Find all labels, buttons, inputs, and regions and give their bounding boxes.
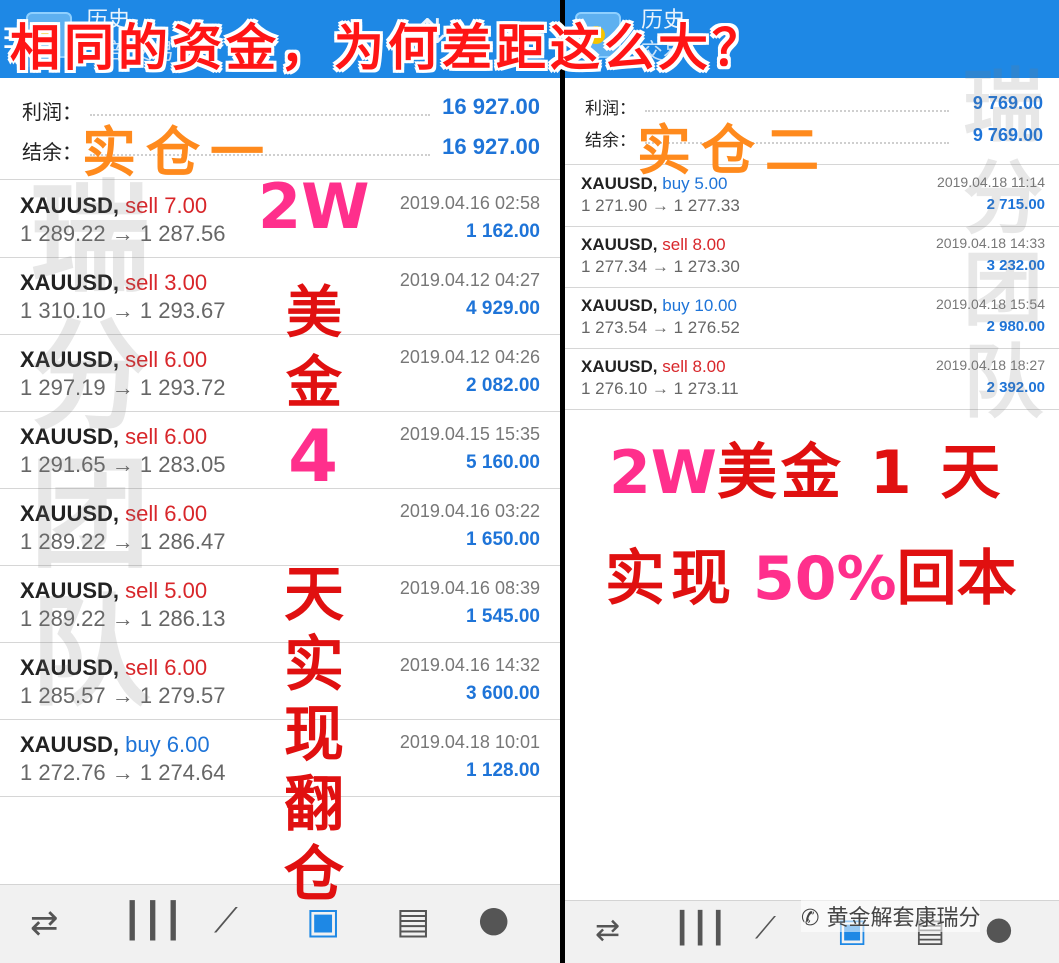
summary-line-2: 实现 50%回本 xyxy=(605,530,1017,617)
achieve-label: 实现 xyxy=(605,544,737,614)
trade-prices: 1 271.90 → 1 277.33 xyxy=(581,196,740,215)
trade-volume: 5.00 xyxy=(164,578,208,603)
trade-date: 2019.04.16 02:58 xyxy=(399,193,540,213)
trade-prices: 1 277.34 → 1 273.30 xyxy=(581,257,740,276)
balance-label: 结余： xyxy=(22,140,82,164)
trade-volume: 6.00 xyxy=(166,732,210,757)
trade-volume: 6.00 xyxy=(164,655,208,680)
trade-profit: 1 545.00 xyxy=(466,606,540,627)
watermark-char: 团 xyxy=(963,243,1043,337)
usd-day-label: 美金 1 天 xyxy=(716,438,1005,508)
quotes-icon[interactable]: ⇄ xyxy=(30,903,59,943)
balance-value: 16 927.00 xyxy=(442,134,540,159)
chart-icon[interactable]: ┃┃┃ xyxy=(122,901,183,941)
percent-label: 50% xyxy=(753,544,897,614)
trade-date: 2019.04.15 15:35 xyxy=(399,424,540,444)
trade-volume: 6.00 xyxy=(164,501,208,526)
trade-symbol: XAUUSD, buy 10.00 xyxy=(581,296,737,316)
quotes-icon[interactable]: ⇄ xyxy=(595,913,620,948)
watermark-char: 队 xyxy=(30,582,150,723)
trade-side: buy xyxy=(125,732,161,757)
amount-label: 2W xyxy=(609,438,717,508)
trade-volume: 8.00 xyxy=(692,235,726,254)
trade-date: 2019.04.12 04:26 xyxy=(399,347,540,367)
trade-row[interactable]: XAUUSD, buy 6.00 1 272.76 → 1 274.64 2019.… xyxy=(0,720,560,797)
account-label: 实仓二 xyxy=(637,119,829,182)
trade-side: sell xyxy=(662,357,688,376)
trade-profit: 2 082.00 xyxy=(466,375,540,396)
trade-symbol: XAUUSD, buy 6.00 xyxy=(20,732,210,758)
trade-symbol: XAUUSD, sell 8.00 xyxy=(581,235,726,255)
usd-char: 金 xyxy=(286,351,342,416)
watermark: 瑞 分 团 队 xyxy=(963,60,1043,428)
trade-volume: 6.00 xyxy=(164,347,208,372)
trade-volume: 7.00 xyxy=(164,193,208,218)
trade-symbol: XAUUSD, sell 8.00 xyxy=(581,357,726,377)
trade-volume: 10.00 xyxy=(694,296,737,315)
result-char: 仓 xyxy=(284,840,344,910)
trade-side: buy xyxy=(662,296,690,315)
trade-prices: 1 276.10 → 1 273.11 xyxy=(581,379,739,398)
trade-profit: 4 929.00 xyxy=(466,298,540,319)
summary-line-1: 2W美金 1 天 xyxy=(609,424,1004,511)
trade-prices: 1 272.76 → 1 274.64 xyxy=(20,760,226,785)
trade-volume: 6.00 xyxy=(164,424,208,449)
symbol-text: XAUUSD, xyxy=(581,235,658,254)
trade-profit: 1 162.00 xyxy=(466,221,540,242)
trade-icon[interactable]: ⟋ xyxy=(214,901,238,941)
chat-icon[interactable]: ● xyxy=(478,899,509,940)
trade-date: 2019.04.16 14:32 xyxy=(399,655,540,675)
trade-profit: 1 650.00 xyxy=(466,529,540,550)
trade-date: 2019.04.18 10:01 xyxy=(399,732,540,752)
amount-label: 2W xyxy=(258,170,370,243)
account-label: 实仓一 xyxy=(82,121,274,184)
right-phone-screen: 历史 交易 利润： 9 769.00 结余： 9 769.00 XAUUSD, … xyxy=(565,0,1059,963)
symbol-text: XAUUSD, xyxy=(20,732,120,757)
trade-profit: 5 160.00 xyxy=(466,452,540,473)
profit-value: 16 927.00 xyxy=(442,94,540,119)
trade-volume: 3.00 xyxy=(164,270,208,295)
symbol-text: XAUUSD, xyxy=(581,296,658,315)
trade-date: 2019.04.16 08:39 xyxy=(399,578,540,598)
watermark-char: 队 xyxy=(963,335,1043,429)
bottom-nav: ⇄ ┃┃┃ ⟋ ▣ ▤ ● xyxy=(0,884,560,963)
trade-profit: 1 128.00 xyxy=(466,760,540,781)
profit-label: 利润： xyxy=(22,100,82,124)
symbol-text: XAUUSD, xyxy=(581,357,658,376)
wechat-icon: ✆ xyxy=(801,906,827,931)
days-number: 4 xyxy=(288,414,339,498)
trade-date: 2019.04.12 04:27 xyxy=(399,270,540,290)
payback-label: 回本 xyxy=(896,544,1017,614)
news-icon[interactable]: ▤ xyxy=(396,901,430,942)
trade-side: sell xyxy=(662,235,688,254)
trade-date: 2019.04.16 03:22 xyxy=(399,501,540,521)
watermark: 瑞 分 团 队 xyxy=(30,170,150,722)
watermark-char: 分 xyxy=(963,151,1043,245)
balance-label: 结余： xyxy=(585,131,636,151)
headline: 相同的资金，为何差距这么大？ xyxy=(10,19,766,77)
chat-icon[interactable]: ● xyxy=(985,909,1013,947)
left-phone-screen: ☰ 历史 全部交易 ↻ ⇅ ▦ 利润： 16 927.00 结余： 16 927… xyxy=(0,0,560,963)
trade-profit: 3 600.00 xyxy=(466,683,540,704)
watermark-char: 分 xyxy=(30,306,150,447)
trade-prices: 1 273.54 → 1 276.52 xyxy=(581,318,740,337)
profit-label: 利润： xyxy=(585,99,636,119)
trade-volume: 8.00 xyxy=(692,357,726,376)
chart-icon[interactable]: ┃┃┃ xyxy=(673,911,727,946)
watermark-char: 团 xyxy=(30,444,150,585)
watermark-char: 瑞 xyxy=(30,168,150,309)
trade-icon[interactable]: ⟋ xyxy=(755,911,776,946)
wechat-account-name: 黄金解套康瑞分 xyxy=(826,906,981,931)
usd-char: 美 xyxy=(286,281,342,346)
wechat-account-label: ✆ 黄金解套康瑞分 xyxy=(801,900,981,932)
